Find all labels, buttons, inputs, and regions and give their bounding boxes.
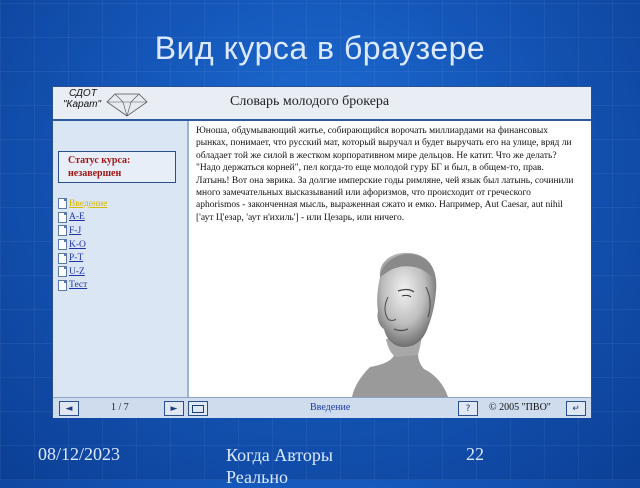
logo-line-2: "Карат" bbox=[63, 99, 102, 110]
nav-item-p-t[interactable]: P-T bbox=[58, 251, 107, 265]
nav-item-label: Тест bbox=[69, 280, 88, 291]
document-icon bbox=[58, 279, 67, 291]
document-icon bbox=[58, 198, 67, 210]
course-status: Статус курса: незавершен bbox=[68, 154, 130, 180]
course-title: Словарь молодого брокера bbox=[230, 94, 390, 109]
nav-item-u-z[interactable]: U-Z bbox=[58, 265, 107, 279]
sdot-logo: СДОТ "Карат" bbox=[57, 88, 157, 118]
exit-button[interactable]: ↵ bbox=[566, 401, 586, 416]
document-icon bbox=[58, 266, 67, 278]
exit-icon: ↵ bbox=[572, 403, 580, 414]
nav-item-a-e[interactable]: А-Е bbox=[58, 211, 107, 225]
slide-date: 08/12/2023 bbox=[38, 444, 121, 464]
help-icon: ? bbox=[465, 403, 471, 414]
status-value: незавершен bbox=[68, 168, 122, 179]
nav-item-f-j[interactable]: F-J bbox=[58, 224, 107, 238]
arrow-left-icon: ◄ bbox=[65, 403, 73, 414]
nav-item-label: K-O bbox=[69, 239, 86, 250]
course-nav: Введение А-Е F-J K-O P-T U-Z Тест bbox=[58, 197, 107, 292]
lesson-content: Юноша, обдумывающий житье, собирающийся … bbox=[190, 121, 590, 397]
next-button[interactable]: ► bbox=[164, 401, 184, 416]
slide-title: Вид курса в браузере bbox=[154, 30, 486, 66]
current-section: Введение bbox=[310, 402, 351, 413]
course-toolbar: ◄ 1 / 7 ► Введение ? © 2005 "ПВО" ↵ bbox=[53, 397, 591, 418]
document-icon bbox=[58, 211, 67, 223]
logo-line-1: СДОТ bbox=[69, 88, 97, 99]
course-header: СДОТ "Карат" Словарь молодого брокера bbox=[53, 87, 591, 121]
lesson-text: Юноша, обдумывающий житье, собирающийся … bbox=[196, 126, 574, 223]
nav-item-label: U-Z bbox=[69, 266, 85, 277]
slide-footer-text: Когда Авторы Реально bbox=[226, 445, 334, 487]
nav-item-label: А-Е bbox=[69, 212, 85, 223]
sidebar: Статус курса: незавершен Введение А-Е F-… bbox=[53, 121, 189, 397]
help-button[interactable]: ? bbox=[458, 401, 478, 416]
nav-item-intro[interactable]: Введение bbox=[58, 197, 107, 211]
page-counter: 1 / 7 bbox=[111, 402, 129, 413]
logo-text: СДОТ "Карат" bbox=[63, 88, 101, 110]
window-icon bbox=[192, 404, 204, 413]
slide-number: 22 bbox=[466, 444, 484, 464]
nav-item-label: Введение bbox=[69, 198, 108, 209]
nav-item-label: P-T bbox=[69, 253, 84, 264]
document-icon bbox=[58, 239, 67, 251]
nav-item-label: F-J bbox=[69, 225, 82, 236]
prev-button[interactable]: ◄ bbox=[59, 401, 79, 416]
status-label: Статус курса: bbox=[68, 155, 131, 166]
document-icon bbox=[58, 252, 67, 264]
course-window: СДОТ "Карат" Словарь молодого брокера Ст… bbox=[52, 86, 592, 418]
nav-item-test[interactable]: Тест bbox=[58, 279, 107, 293]
copyright: © 2005 "ПВО" bbox=[489, 402, 551, 413]
nav-item-k-o[interactable]: K-O bbox=[58, 238, 107, 252]
document-icon bbox=[58, 225, 67, 237]
caesar-bust-image bbox=[352, 252, 448, 397]
arrow-right-icon: ► bbox=[170, 403, 178, 414]
course-status-box: Статус курса: незавершен bbox=[58, 151, 176, 183]
menu-button[interactable] bbox=[188, 401, 208, 416]
